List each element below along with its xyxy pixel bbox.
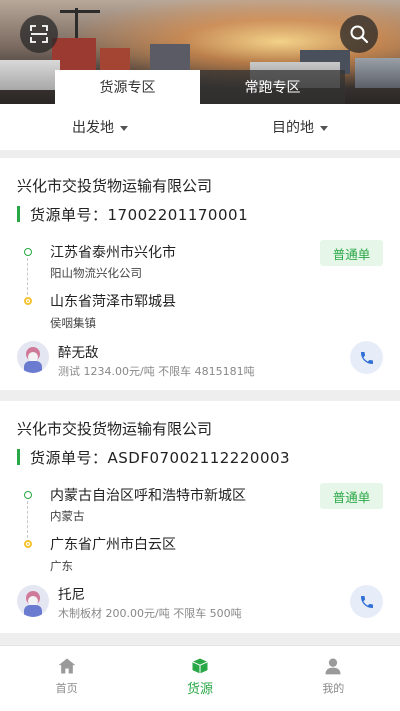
- user-name: 醉无敌: [58, 345, 99, 361]
- bottom-nav: 首页 货源 我的: [0, 645, 400, 711]
- banner-trucks: [0, 60, 60, 90]
- avatar-body: [24, 361, 42, 373]
- tab-regular-route-zone[interactable]: 常跑专区: [200, 70, 345, 104]
- banner-crane-arm: [60, 10, 100, 13]
- nav-cargo-label: 货源: [186, 682, 213, 697]
- destination-dot-icon: [24, 297, 32, 305]
- scan-button[interactable]: [20, 15, 58, 53]
- order-number-row: 货源单号：ASDF07002112220003: [17, 446, 290, 468]
- origin-detail: 内蒙古: [50, 509, 85, 523]
- search-icon: [350, 25, 369, 44]
- cargo-box-icon: [192, 658, 208, 674]
- destination-detail: 侯咽集镇: [50, 316, 96, 330]
- person-icon: [325, 658, 341, 675]
- call-button[interactable]: [350, 341, 383, 374]
- search-button[interactable]: [340, 15, 378, 53]
- caret-down-icon: [320, 125, 328, 131]
- destination-filter[interactable]: 目的地: [200, 117, 400, 137]
- order-number: 货源单号：17002201170001: [30, 205, 249, 224]
- avatar: [17, 341, 49, 373]
- order-type-badge: 普通单: [320, 240, 383, 266]
- route-line: [27, 258, 28, 295]
- caret-down-icon: [120, 125, 128, 131]
- company-name: 兴化市交投货物运输有限公司: [17, 420, 213, 438]
- nav-mine[interactable]: 我的: [267, 646, 400, 711]
- destination-detail: 广东: [50, 559, 73, 573]
- accent-bar: [17, 449, 20, 465]
- order-number: 货源单号：ASDF07002112220003: [30, 448, 291, 467]
- cargo-info: 测试 1234.00元/吨 不限车 4815181吨: [58, 365, 255, 378]
- nav-cargo[interactable]: 货源: [133, 646, 266, 711]
- order-number-row: 货源单号：17002201170001: [17, 203, 248, 225]
- origin-place: 江苏省泰州市兴化市: [50, 245, 176, 261]
- avatar: [17, 585, 49, 617]
- destination-filter-label: 目的地: [272, 120, 314, 136]
- order-type-badge: 普通单: [320, 483, 383, 509]
- accent-bar: [17, 206, 20, 222]
- nav-mine-label: 我的: [322, 682, 345, 695]
- tab-cargo-zone[interactable]: 货源专区: [55, 70, 200, 104]
- zone-tabs: 货源专区 常跑专区: [55, 70, 345, 104]
- origin-dot-icon: [24, 491, 32, 499]
- destination-dot-icon: [24, 540, 32, 548]
- origin-filter-label: 出发地: [72, 120, 114, 136]
- phone-icon: [360, 351, 373, 364]
- scan-icon: [30, 25, 48, 43]
- home-icon: [58, 658, 75, 674]
- cargo-listing-card[interactable]: 兴化市交投货物运输有限公司 货源单号：17002201170001 江苏省泰州市…: [0, 158, 400, 390]
- destination-place: 广东省广州市白云区: [50, 537, 176, 553]
- origin-detail: 阳山物流兴化公司: [50, 266, 142, 280]
- nav-home[interactable]: 首页: [0, 646, 133, 711]
- header-banner: 货源专区 常跑专区: [0, 0, 400, 104]
- origin-place: 内蒙古自治区呼和浩特市新城区: [50, 488, 246, 504]
- nav-home-label: 首页: [55, 682, 78, 695]
- origin-filter[interactable]: 出发地: [0, 117, 200, 137]
- company-name: 兴化市交投货物运输有限公司: [17, 177, 213, 195]
- banner-truck: [355, 58, 400, 88]
- destination-place: 山东省菏泽市郓城县: [50, 294, 176, 310]
- filter-bar: 出发地 目的地: [0, 104, 400, 150]
- call-button[interactable]: [350, 585, 383, 618]
- origin-dot-icon: [24, 248, 32, 256]
- user-name: 托尼: [58, 587, 85, 603]
- cargo-listing-card[interactable]: 兴化市交投货物运输有限公司 货源单号：ASDF07002112220003 内蒙…: [0, 401, 400, 633]
- route-line: [27, 501, 28, 538]
- avatar-body: [24, 605, 42, 617]
- cargo-info: 木制板材 200.00元/吨 不限车 500吨: [58, 607, 242, 620]
- phone-icon: [360, 595, 373, 608]
